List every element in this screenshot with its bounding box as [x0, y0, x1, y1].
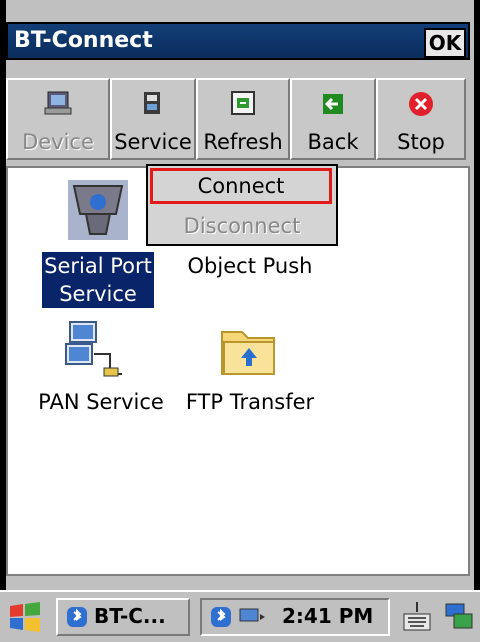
object-push-label: Object Push [187, 254, 313, 278]
serial-port-icon [68, 180, 128, 240]
back-arrow-icon [323, 94, 343, 114]
show-desktop-icon[interactable] [444, 600, 474, 634]
taskbar: BT-C... 2:41 PM [0, 590, 480, 642]
service-label: Service [114, 130, 192, 154]
refresh-icon [231, 91, 255, 115]
system-tray: 2:41 PM [200, 598, 390, 636]
stop-icon [409, 92, 433, 116]
network-computers-icon [65, 321, 122, 377]
context-menu: Connect Disconnect [146, 164, 338, 246]
stop-label: Stop [397, 130, 445, 154]
back-label: Back [307, 130, 359, 154]
toolbar: Device Service Refresh Back Stop [6, 78, 470, 162]
device-icon [44, 91, 72, 115]
back-button[interactable]: Back [290, 78, 376, 160]
pan-service-label: PAN Service [38, 390, 164, 414]
disconnect-menu-item[interactable]: Disconnect [148, 208, 336, 244]
connect-menu-item[interactable]: Connect [150, 168, 332, 204]
tray-bluetooth-icon[interactable] [210, 606, 232, 628]
clock-time[interactable]: 2:41 PM [282, 604, 373, 628]
ftp-transfer-label: FTP Transfer [185, 390, 315, 414]
bluetooth-icon [67, 607, 87, 627]
window-title: BT-Connect [14, 28, 153, 53]
service-button[interactable]: Service [110, 78, 196, 160]
ok-button[interactable]: OK [424, 28, 466, 58]
device-label: Device [22, 130, 94, 154]
keyboard-icon[interactable] [402, 600, 432, 634]
task-label: BT-C... [94, 604, 166, 628]
device-button[interactable]: Device [6, 78, 110, 160]
service-icon [144, 92, 160, 114]
refresh-button[interactable]: Refresh [196, 78, 290, 160]
title-bar: BT-Connect OK [6, 22, 470, 60]
ftp-folder-icon [221, 331, 275, 375]
serial-port-service-label: Serial Port Service [41, 251, 155, 309]
stop-button[interactable]: Stop [376, 78, 466, 160]
device-screen: BT-Connect OK Device Service Refresh Bac… [6, 0, 474, 640]
network-icon[interactable] [238, 606, 266, 628]
serial-port-label-line1: Serial Port [44, 254, 152, 278]
refresh-label: Refresh [203, 130, 283, 154]
serial-port-label-line2: Service [59, 282, 137, 306]
task-bt-connect[interactable]: BT-C... [56, 598, 190, 636]
start-windows-icon[interactable] [8, 602, 42, 632]
